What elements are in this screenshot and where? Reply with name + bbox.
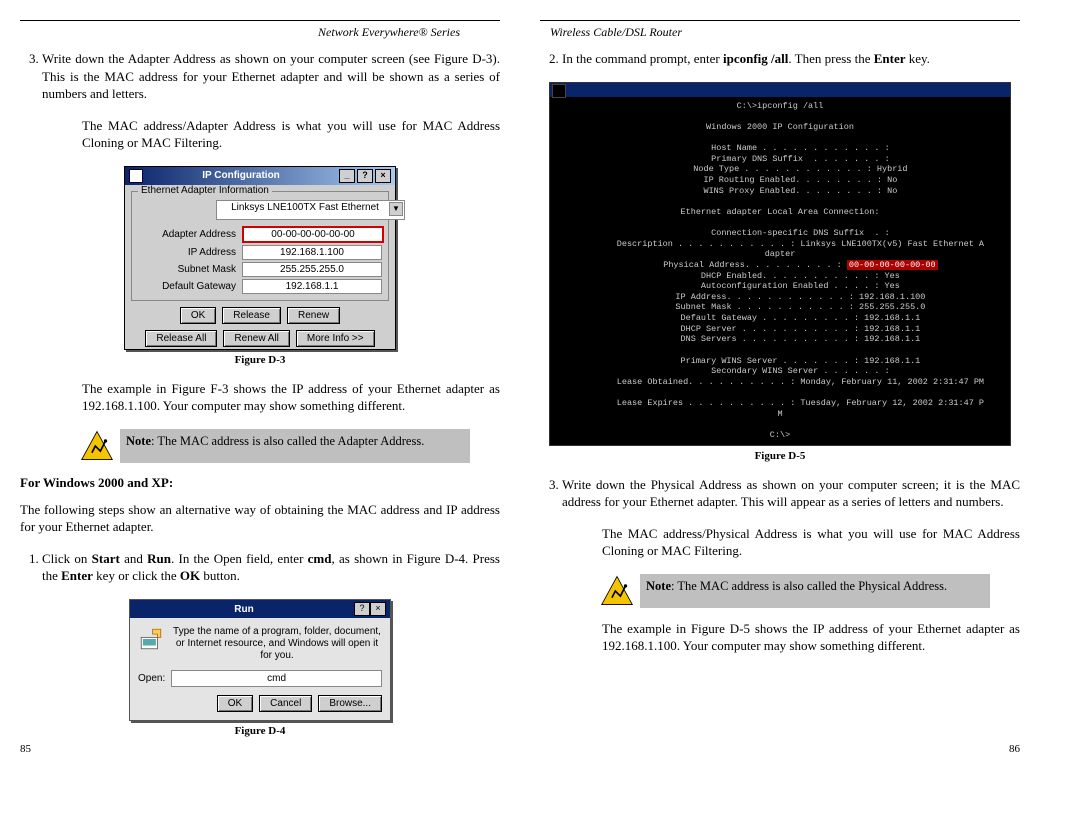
run-cancel-button[interactable]: Cancel (259, 695, 312, 712)
right-step-3: Write down the Physical Address as shown… (562, 476, 1020, 511)
gateway-label: Default Gateway (136, 281, 242, 292)
figure-d4: Run ? × Type the name of a program, fold… (20, 599, 500, 721)
adapter-combo[interactable]: Linksys LNE100TX Fast Ethernet (216, 200, 405, 220)
run-help-button[interactable]: ? (354, 602, 370, 616)
adapter-address-label: Adapter Address (136, 229, 242, 240)
alt-step-1: Click on Start and Run. In the Open fiel… (42, 550, 500, 585)
run-input[interactable]: cmd (171, 670, 382, 687)
left-steps: Write down the Adapter Address as shown … (20, 50, 500, 103)
page-number-right: 86 (1009, 743, 1020, 755)
cmd-titlebar (550, 83, 1010, 97)
renew-all-button[interactable]: Renew All (223, 330, 289, 347)
note-box-right: Note: The MAC address is also called the… (600, 574, 990, 608)
close-button[interactable]: × (375, 169, 391, 183)
run-titlebar: Run ? × (130, 600, 390, 618)
help-button[interactable]: ? (357, 169, 373, 183)
run-open-label: Open: (138, 673, 165, 684)
run-close-button[interactable]: × (370, 602, 386, 616)
warning-icon (600, 574, 634, 608)
cmd-output: C:\>ipconfig /all Windows 2000 IP Config… (550, 97, 1010, 445)
alt-method-para: The following steps show an alternative … (20, 501, 500, 536)
right-mac-para: The MAC address/Physical Address is what… (602, 525, 1020, 560)
alt-steps: Click on Start and Run. In the Open fiel… (20, 550, 500, 585)
note-box-left: Note: The MAC address is also called the… (80, 429, 470, 463)
run-ok-button[interactable]: OK (217, 695, 253, 712)
figure-d3: IP Configuration _ ? × Ethernet Adapter … (20, 166, 500, 350)
window-icon (129, 169, 143, 183)
left-mac-para: The MAC address/Adapter Address is what … (82, 117, 500, 152)
run-title-text: Run (134, 604, 354, 615)
figure-d4-caption: Figure D-4 (20, 725, 500, 737)
page-number-left: 85 (20, 743, 31, 755)
header-left: Network Everywhere® Series (20, 20, 500, 40)
ip-address-label: IP Address (136, 247, 242, 258)
subnet-mask-label: Subnet Mask (136, 264, 242, 275)
adapter-address-value: 00-00-00-00-00-00 (242, 226, 384, 243)
renew-button[interactable]: Renew (287, 307, 340, 324)
cmd-icon (552, 84, 566, 98)
header-right: Wireless Cable/DSL Router (540, 20, 1020, 40)
section-heading: For Windows 2000 and XP: (20, 475, 500, 491)
figure-d5: C:\>ipconfig /all Windows 2000 IP Config… (540, 82, 1020, 446)
figure-d3-caption: Figure D-3 (20, 354, 500, 366)
run-browse-button[interactable]: Browse... (318, 695, 382, 712)
window-titlebar: IP Configuration _ ? × (125, 167, 395, 185)
window-title: IP Configuration (147, 170, 335, 181)
command-prompt-window: C:\>ipconfig /all Windows 2000 IP Config… (549, 82, 1011, 446)
minimize-button[interactable]: _ (339, 169, 355, 183)
release-button[interactable]: Release (222, 307, 281, 324)
release-all-button[interactable]: Release All (145, 330, 217, 347)
note-text-left: Note: The MAC address is also called the… (120, 429, 470, 463)
note-text-right: Note: The MAC address is also called the… (640, 574, 990, 608)
left-example-para: The example in Figure F-3 shows the IP a… (82, 380, 500, 415)
subnet-mask-value: 255.255.255.0 (242, 262, 382, 277)
gateway-value: 192.168.1.1 (242, 279, 382, 294)
group-title: Ethernet Adapter Information (138, 185, 272, 196)
left-step-3: Write down the Adapter Address as shown … (42, 50, 500, 103)
ip-address-value: 192.168.1.100 (242, 245, 382, 260)
warning-icon (80, 429, 114, 463)
adapter-info-group: Ethernet Adapter Information Linksys LNE… (131, 191, 389, 301)
run-dialog: Run ? × Type the name of a program, fold… (129, 599, 391, 721)
left-page: Network Everywhere® Series Write down th… (20, 20, 500, 751)
right-page: Wireless Cable/DSL Router In the command… (540, 20, 1020, 751)
ipconfig-window: IP Configuration _ ? × Ethernet Adapter … (124, 166, 396, 350)
right-steps-b: Write down the Physical Address as shown… (540, 476, 1020, 511)
ok-button[interactable]: OK (180, 307, 216, 324)
right-example-para: The example in Figure D-5 shows the IP a… (602, 620, 1020, 655)
figure-d5-caption: Figure D-5 (540, 450, 1020, 462)
run-icon (138, 626, 164, 652)
physical-address-highlight: 00-00-00-00-00-00 (847, 260, 938, 270)
right-step-2: In the command prompt, enter ipconfig /a… (562, 50, 1020, 68)
right-steps-a: In the command prompt, enter ipconfig /a… (540, 50, 1020, 68)
more-info-button[interactable]: More Info >> (296, 330, 375, 347)
run-description: Type the name of a program, folder, docu… (172, 626, 382, 662)
